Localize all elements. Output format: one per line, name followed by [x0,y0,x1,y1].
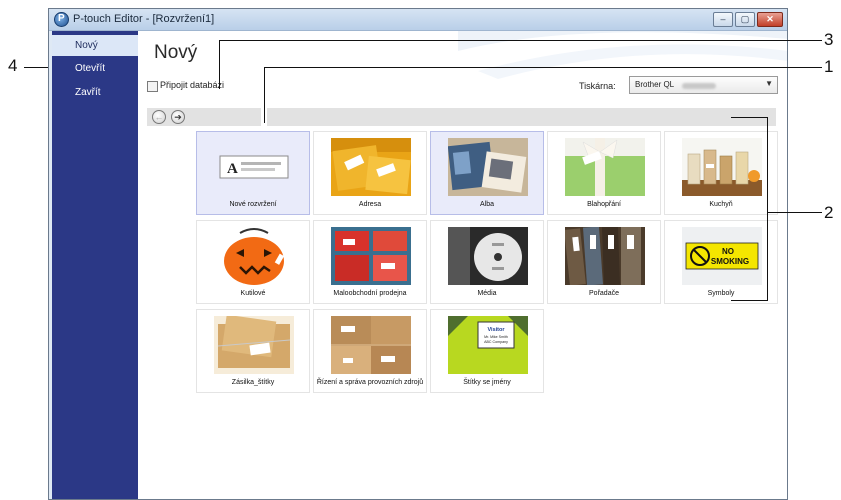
template-tile-shipping-labels[interactable]: Zásilka_štítky [196,309,310,393]
close-window-button[interactable]: ✕ [757,12,783,27]
tile-label: Maloobchodní prodejna [333,290,407,297]
callout-2-line [767,212,822,213]
printer-select-value: Brother QL [635,80,675,89]
tile-label: Adresa [358,201,382,208]
template-tile-retail[interactable]: Maloobchodní prodejna [313,220,427,304]
tile-label: Média [477,290,497,297]
callout-3: 3 [824,30,834,49]
callout-2-bracket-top [731,117,768,118]
no-smoking-line1: NO [722,247,734,256]
document-figure: 4 3 1 2 P P-touch Editor - [Rozvržení1] … [0,0,841,500]
tile-label: Řízení a správa provozních zdrojů [316,379,424,386]
visitor-line1: Visitor [487,327,505,333]
template-tile-diy[interactable]: Kutilové [196,220,310,304]
asset-management-thumbnail [331,316,411,374]
kitchen-thumbnail [682,138,762,196]
template-tile-name-badges[interactable]: Visitor Mr. Mike Smith ABC Company Štítk… [430,309,544,393]
callout-3-line-vertical [219,40,220,89]
template-tile-binders[interactable]: Pořadače [547,220,661,304]
nav-item-close[interactable]: Zavřít [52,82,138,103]
app-window: P P-touch Editor - [Rozvržení1] – ▢ ✕ No… [48,8,788,500]
symbols-thumbnail: NO SMOKING [682,227,762,285]
tile-label: Kuchyň [709,201,733,208]
tile-label: Štítky se jmény [463,379,511,386]
title-bar[interactable]: P P-touch Editor - [Rozvržení1] – ▢ ✕ [49,9,787,31]
window-title: P-touch Editor - [Rozvržení1] [73,13,215,25]
tile-label: Symboly [707,290,735,297]
tile-label: Pořadače [589,290,619,297]
page-title: Nový [154,42,198,63]
greeting-cards-thumbnail [565,138,645,196]
template-tile-symbols[interactable]: NO SMOKING Symboly [664,220,778,304]
callout-1-line [264,67,822,68]
visitor-line2: Mr. Mike Smith [484,335,508,339]
callout-2: 2 [824,203,834,222]
tile-label: Zásilka_štítky [231,379,275,386]
shipping-labels-thumbnail [214,316,294,374]
template-tile-new-layout[interactable]: A Nové rozvržení [196,131,310,215]
visitor-line3: ABC Company [484,340,508,344]
header-decoration [458,31,787,79]
callout-1: 1 [824,57,834,76]
media-thumbnail [448,227,528,285]
callout-4: 4 [8,56,18,75]
callout-1-line-vertical [264,67,265,123]
retail-thumbnail [331,227,411,285]
printer-model-redacted [682,83,716,89]
ptouch-app-icon: P [54,12,69,27]
tile-label: Nové rozvržení [229,201,277,208]
callout-3-line [219,40,822,41]
minimize-button[interactable]: – [713,12,733,27]
nav-item-new[interactable]: Nový [52,35,138,56]
template-tile-address[interactable]: Adresa [313,131,427,215]
template-navigation-bar: ← ➔ [147,108,261,126]
left-navigation: Nový Otevřít Zavřít [52,31,138,499]
nav-item-open[interactable]: Otevřít [52,58,138,79]
template-tile-asset-management[interactable]: Řízení a správa provozních zdrojů [313,309,427,393]
no-smoking-line2: SMOKING [711,257,749,266]
category-path-bar [267,108,776,126]
new-layout-thumbnail: A [214,138,294,196]
address-thumbnail [331,138,411,196]
binders-thumbnail [565,227,645,285]
callout-2-bracket-bottom [731,300,768,301]
tile-label: Kutilové [240,290,266,297]
template-tile-albums[interactable]: Alba [430,131,544,215]
printer-label: Tiskárna: [579,81,616,91]
template-tile-greeting-cards[interactable]: Blahopřání [547,131,661,215]
connect-database-checkbox[interactable] [147,81,158,92]
letter-a-icon: A [227,161,238,177]
tile-label: Blahopřání [587,201,621,208]
connect-database-label[interactable]: Připojit databázi [160,80,224,90]
template-tile-media[interactable]: Média [430,220,544,304]
albums-thumbnail [448,138,528,196]
printer-select[interactable]: Brother QL ▼ [629,76,778,94]
name-badges-thumbnail: Visitor Mr. Mike Smith ABC Company [448,316,528,374]
main-panel: Nový Připojit databázi Tiskárna: Brother… [138,31,787,499]
callout-2-bracket-side [767,117,768,300]
diy-thumbnail [214,227,294,285]
maximize-button[interactable]: ▢ [735,12,755,27]
chevron-down-icon: ▼ [765,79,773,88]
tile-label: Alba [479,201,494,208]
template-tile-kitchen[interactable]: Kuchyň [664,131,778,215]
forward-arrow-button[interactable]: ➔ [171,110,185,124]
back-arrow-button[interactable]: ← [152,110,166,124]
